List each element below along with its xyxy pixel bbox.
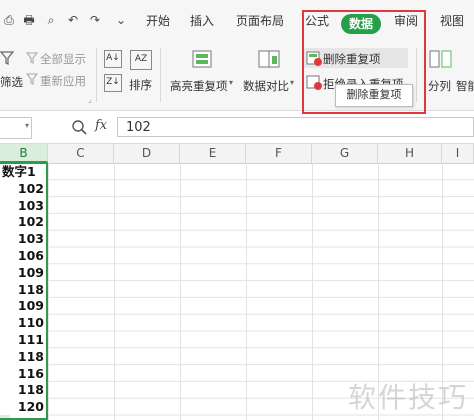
sort-asc-icon[interactable]: A↓ — [104, 50, 122, 68]
zoom-icon[interactable] — [71, 119, 87, 135]
highlight-duplicates-icon[interactable] — [190, 48, 216, 70]
undo-icon[interactable]: ↶ — [66, 13, 80, 27]
redo-icon[interactable]: ↷ — [88, 13, 102, 27]
tab-page-layout[interactable]: 页面布局 — [236, 12, 284, 29]
ribbon-divider — [96, 48, 97, 102]
highlight-duplicates-button[interactable]: 高亮重复项 — [170, 78, 228, 94]
data-compare-icon[interactable] — [256, 48, 282, 70]
formula-input[interactable]: 102 — [117, 117, 474, 137]
sort-desc-icon[interactable]: Z↓ — [104, 74, 122, 92]
formula-bar: ▾ fx 102 — [0, 111, 474, 144]
tooltip: 删除重复项 — [335, 84, 413, 107]
watermark: 软件技巧 — [347, 381, 468, 414]
name-box[interactable]: ▾ — [0, 117, 32, 139]
split-button[interactable]: 分列 — [428, 78, 451, 94]
dialog-launcher-icon[interactable]: ⌟ — [88, 95, 92, 104]
custom-sort-icon[interactable]: AZ — [130, 50, 152, 70]
data-compare-button[interactable]: 数据对比 — [243, 78, 289, 94]
chevron-down-icon[interactable]: ▾ — [229, 78, 233, 87]
column-header-f[interactable]: F — [246, 144, 312, 163]
preview-icon[interactable]: ⌕ — [44, 13, 58, 27]
column-header-h[interactable]: H — [378, 144, 442, 163]
save-icon[interactable]: ⎙ — [2, 13, 16, 27]
selection-border — [0, 162, 48, 420]
fx-icon[interactable]: fx — [95, 118, 107, 133]
tab-insert[interactable]: 插入 — [190, 12, 214, 29]
column-header-row: B C D E F G H I — [0, 144, 474, 164]
split-columns-icon[interactable] — [428, 48, 454, 70]
column-header-i[interactable]: I — [442, 144, 474, 163]
show-all-button[interactable]: 全部显示 — [40, 51, 86, 67]
filter-icon[interactable] — [0, 50, 14, 66]
column-header-g[interactable]: G — [312, 144, 378, 163]
filter-button[interactable]: 筛选 — [0, 74, 23, 90]
reapply-icon — [26, 73, 38, 85]
column-header-c[interactable]: C — [48, 144, 114, 163]
column-header-d[interactable]: D — [114, 144, 180, 163]
show-all-icon — [26, 52, 38, 64]
smart-button[interactable]: 智能 — [456, 78, 474, 94]
tab-start[interactable]: 开始 — [146, 12, 170, 29]
print-icon[interactable]: 🖶 — [22, 13, 36, 27]
chevron-down-icon[interactable]: ▾ — [25, 121, 29, 130]
tab-view[interactable]: 视图 — [440, 12, 464, 29]
sort-button[interactable]: 排序 — [129, 77, 152, 93]
ribbon-divider — [160, 48, 161, 102]
chevron-down-icon[interactable]: ▾ — [290, 78, 294, 87]
reapply-button[interactable]: 重新应用 — [40, 73, 86, 89]
customize-icon[interactable]: ⌄ — [114, 13, 128, 27]
column-header-b[interactable]: B — [0, 144, 48, 163]
column-header-e[interactable]: E — [180, 144, 246, 163]
